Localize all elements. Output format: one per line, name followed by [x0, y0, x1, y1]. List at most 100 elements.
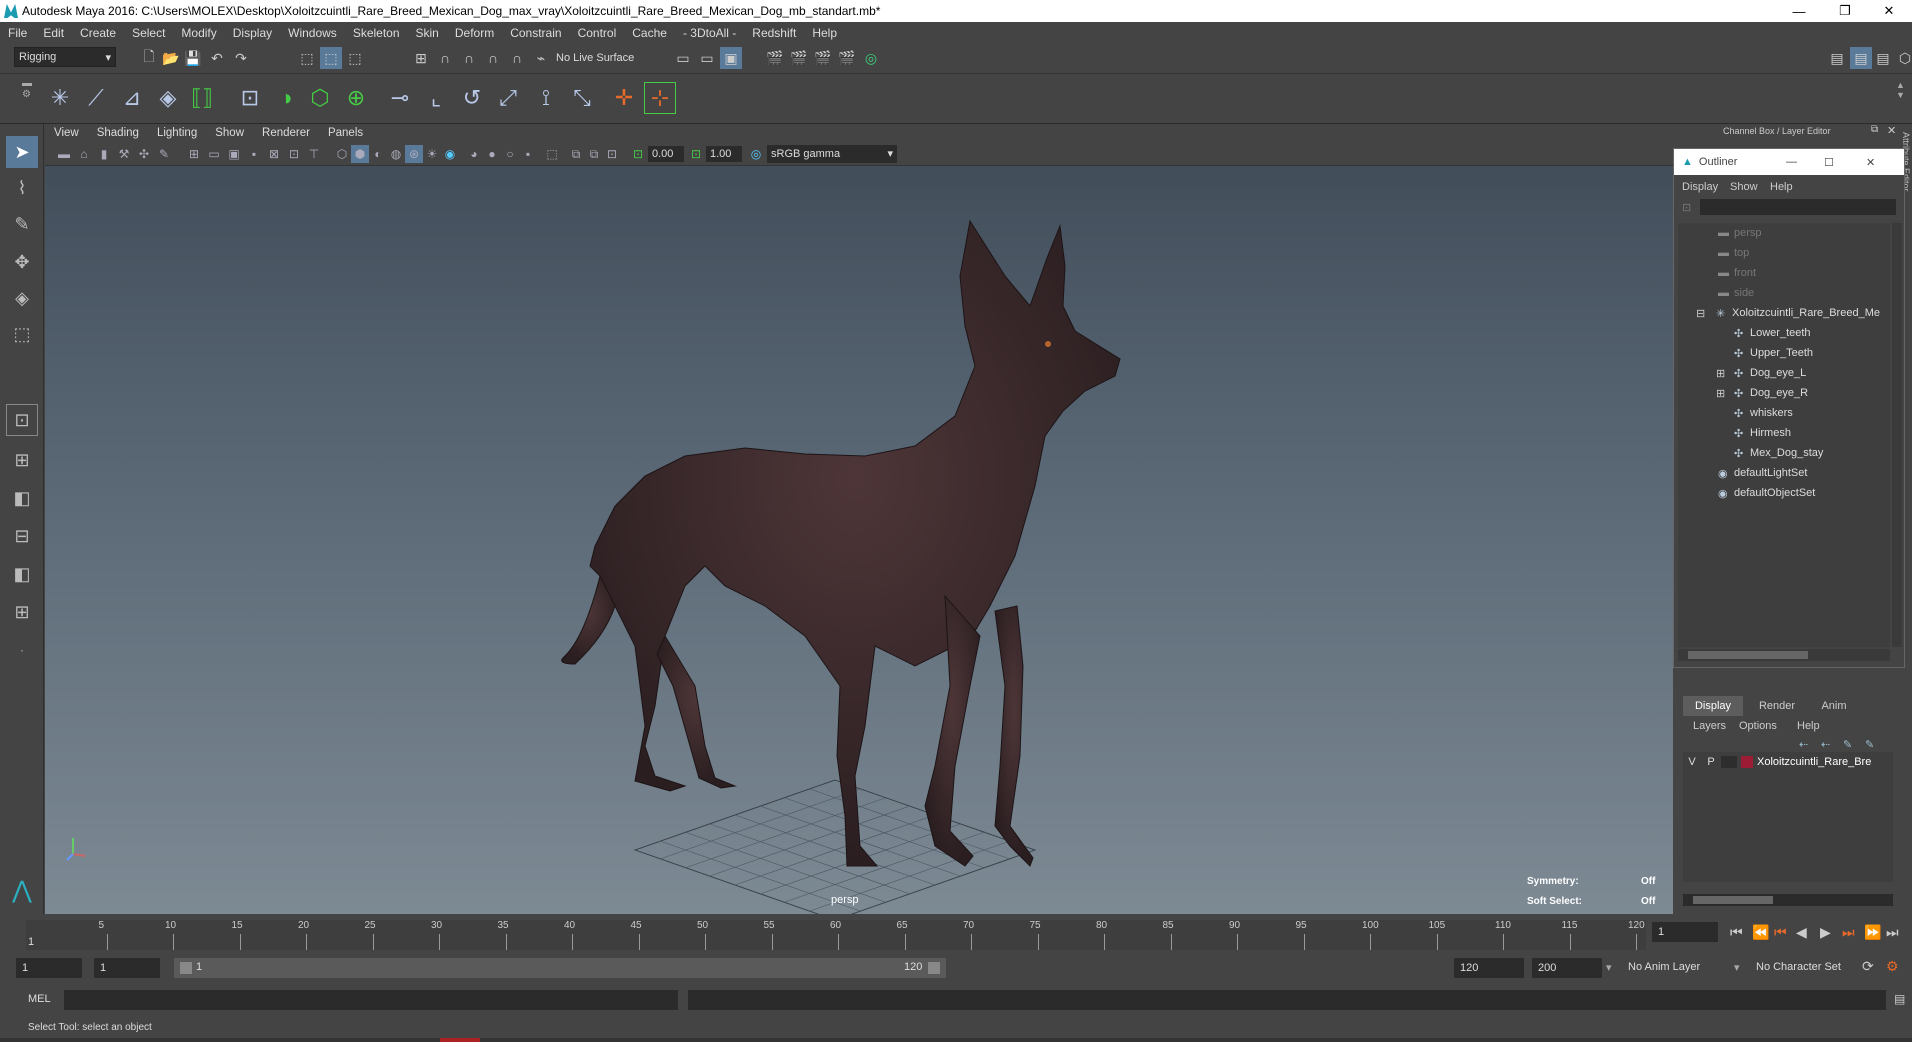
- menu-control[interactable]: Control: [570, 26, 625, 40]
- ipr-icon[interactable]: 🎬: [812, 47, 834, 69]
- menu-skeleton[interactable]: Skeleton: [345, 26, 408, 40]
- command-input[interactable]: [64, 990, 678, 1010]
- redo-icon[interactable]: ↷: [230, 47, 252, 69]
- preferences-icon[interactable]: ⚙: [1886, 958, 1899, 975]
- anim-layer-dropdown[interactable]: No Anim Layer: [1628, 961, 1700, 973]
- playback-end-field[interactable]: 120: [1454, 958, 1524, 978]
- ik-handle-icon[interactable]: ⟋: [80, 82, 112, 114]
- move-layer-up-icon[interactable]: ⇠: [1799, 738, 1808, 751]
- range-end-handle[interactable]: [928, 962, 940, 974]
- grease-pencil-icon[interactable]: ✎: [155, 145, 173, 163]
- color-management-icon[interactable]: ◎: [747, 145, 765, 163]
- vp-menu-lighting[interactable]: Lighting: [148, 127, 206, 139]
- xray-joints-icon[interactable]: ⧉: [567, 145, 585, 163]
- outliner-maximize-icon[interactable]: ☐: [1824, 156, 1834, 169]
- tab-render[interactable]: Render: [1747, 696, 1807, 716]
- outliner-item[interactable]: ▬ side: [1678, 283, 1890, 303]
- joint-tool-icon[interactable]: ✳: [44, 82, 76, 114]
- move-layer-down-icon[interactable]: ⇠: [1821, 738, 1830, 751]
- select-object-icon[interactable]: ⬚: [320, 47, 342, 69]
- outliner-item[interactable]: ◉ defaultObjectSet: [1678, 483, 1890, 503]
- field-chart-icon[interactable]: ⊠: [265, 145, 283, 163]
- screen-space-ao-icon[interactable]: ◉: [441, 145, 459, 163]
- vp-menu-view[interactable]: View: [45, 127, 88, 139]
- menu-3dtoall[interactable]: - 3DtoAll -: [675, 26, 744, 40]
- outliner-titlebar[interactable]: ▲ Outliner — ☐ ✕: [1674, 149, 1904, 175]
- menu-edit[interactable]: Edit: [35, 26, 72, 40]
- gamma-icon[interactable]: ⊡: [687, 145, 705, 163]
- lasso-tool-icon[interactable]: ⌇: [6, 172, 38, 204]
- cluster-icon[interactable]: ⊡: [234, 82, 266, 114]
- step-forward-key-icon[interactable]: ⏭: [1842, 924, 1855, 941]
- select-tool-icon[interactable]: ➤: [6, 136, 38, 168]
- outliner-search-input[interactable]: [1700, 199, 1896, 215]
- outliner-close-icon[interactable]: ✕: [1866, 156, 1875, 169]
- tool-settings-toggle-icon[interactable]: ⬡: [1894, 47, 1912, 69]
- camera-select-icon[interactable]: ▬: [55, 145, 73, 163]
- outliner-item[interactable]: ✣ whiskers: [1678, 403, 1890, 423]
- wrap-icon[interactable]: ⬡: [304, 82, 336, 114]
- close-button[interactable]: ✕: [1866, 0, 1912, 22]
- menu-skin[interactable]: Skin: [408, 26, 447, 40]
- exposure-icon[interactable]: ⊡: [629, 145, 647, 163]
- scene-canvas[interactable]: [45, 166, 1673, 914]
- set-key-icon[interactable]: ⊹: [644, 82, 676, 114]
- xray-icon[interactable]: ⬚: [543, 145, 561, 163]
- hypershade-icon[interactable]: ◎: [860, 47, 882, 69]
- wireframe-on-shaded-icon[interactable]: ◐: [369, 145, 387, 163]
- select-hierarchy-icon[interactable]: ⬚: [296, 47, 318, 69]
- outliner-item[interactable]: ⊞ ✣ Dog_eye_L: [1678, 363, 1890, 383]
- 2d-pan-icon[interactable]: ✣: [135, 145, 153, 163]
- menu-create[interactable]: Create: [72, 26, 124, 40]
- start-time-field[interactable]: 1: [16, 958, 82, 978]
- float-panel-icon[interactable]: ⧉: [1871, 124, 1878, 135]
- outliner-v-scrollbar[interactable]: [1892, 223, 1902, 647]
- dog-model[interactable]: [561, 219, 1121, 867]
- shelf-tab-icon[interactable]: ▬ ⚙: [22, 78, 32, 100]
- new-layer-selected-icon[interactable]: ✎: [1865, 738, 1874, 751]
- ipr-render-icon[interactable]: ▣: [720, 47, 742, 69]
- timeline-track[interactable]: 1 5 10 15 20 25 30 35 40 45 50 55 60 65 70 75 80 85 90 95 1…: [26, 920, 1646, 950]
- outliner-item[interactable]: ▬ persp: [1678, 223, 1890, 243]
- menu-constrain[interactable]: Constrain: [502, 26, 569, 40]
- menu-help[interactable]: Help: [804, 26, 845, 40]
- move-tool-icon[interactable]: ✥: [6, 246, 38, 278]
- wireframe-icon[interactable]: ⬡: [333, 145, 351, 163]
- viewport-panel[interactable]: View Shading Lighting Show Renderer Pane…: [45, 124, 1673, 914]
- paint-weights-icon[interactable]: ⟦⟧: [186, 82, 218, 114]
- menu-file[interactable]: File: [0, 26, 35, 40]
- vp-menu-renderer[interactable]: Renderer: [253, 127, 319, 139]
- menuset-dropdown[interactable]: Rigging ▾: [14, 47, 116, 67]
- attribute-editor-toggle-icon[interactable]: ▤: [1872, 47, 1894, 69]
- range-start-handle[interactable]: [180, 962, 192, 974]
- layer-menu-layers[interactable]: Layers: [1693, 720, 1726, 732]
- play-forward-icon[interactable]: ▶: [1820, 924, 1831, 941]
- anti-alias-icon[interactable]: ●: [483, 145, 501, 163]
- motion-blur-icon[interactable]: ◕: [465, 145, 483, 163]
- layer-color-swatch[interactable]: [1741, 756, 1753, 768]
- minimize-button[interactable]: —: [1776, 0, 1822, 22]
- rotate-tool-icon[interactable]: ◈: [6, 282, 38, 314]
- shelf-scroll-icon[interactable]: ▲ ▼: [1896, 80, 1905, 100]
- shadows-icon[interactable]: ☀: [423, 145, 441, 163]
- play-backward-icon[interactable]: ◀: [1796, 924, 1807, 941]
- bookmark-icon[interactable]: ▮: [95, 145, 113, 163]
- new-scene-icon[interactable]: 🗋: [138, 47, 160, 69]
- aim-constraint-icon[interactable]: ⟟: [530, 82, 562, 114]
- range-bar[interactable]: 1 120: [174, 958, 946, 978]
- four-pane-icon[interactable]: ⊞: [6, 444, 38, 476]
- collapse-icon[interactable]: ⊟: [1696, 307, 1705, 320]
- resolution-gate-icon[interactable]: ▣: [225, 145, 243, 163]
- outliner-item[interactable]: ✣ Mex_Dog_stay: [1678, 443, 1890, 463]
- scale-tool-icon[interactable]: ⬚: [6, 318, 38, 350]
- vp-menu-panels[interactable]: Panels: [319, 127, 372, 139]
- film-gate-icon[interactable]: ▭: [205, 145, 223, 163]
- scale-constraint-icon[interactable]: ⤢: [492, 82, 524, 114]
- lattice-icon[interactable]: ◑: [270, 82, 302, 114]
- layer-row[interactable]: V P Xoloitzcuintli_Rare_Bre: [1683, 752, 1893, 772]
- persp-outliner-layout-icon[interactable]: ◧: [6, 482, 38, 514]
- character-set-dropdown[interactable]: No Character Set: [1756, 961, 1841, 973]
- playback-start-field[interactable]: 1: [94, 958, 160, 978]
- layer-h-scrollbar[interactable]: [1683, 894, 1893, 906]
- current-frame-field[interactable]: 1: [1652, 922, 1718, 942]
